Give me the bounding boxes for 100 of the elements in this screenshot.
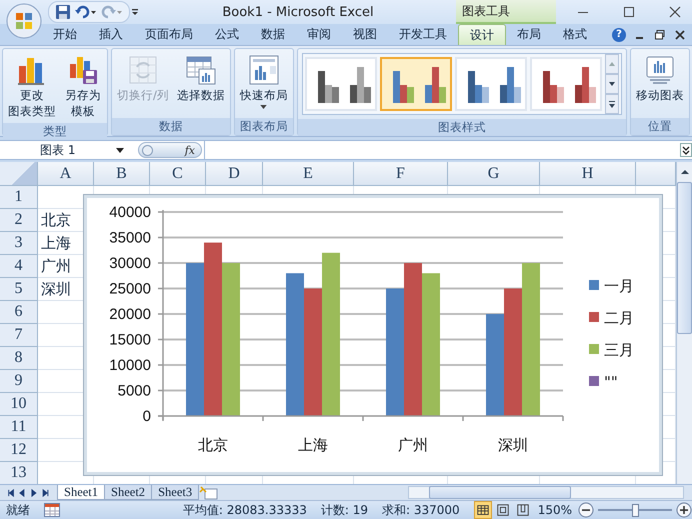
- column-header[interactable]: C: [150, 162, 206, 186]
- axis-tick-label: 40000: [109, 204, 151, 221]
- row-header[interactable]: 12: [0, 439, 38, 462]
- chart-area[interactable]: 0 5000 10000 15000 20000 25000 30000 35000 40000 北京 上海 广州 深圳 一月 二月 三月 "": [84, 195, 662, 475]
- group-label: 数据: [112, 118, 230, 135]
- column-header[interactable]: H: [540, 162, 636, 186]
- row-header[interactable]: 3: [0, 232, 38, 255]
- vertical-scrollbar[interactable]: [676, 162, 692, 484]
- row-header[interactable]: 13: [0, 462, 38, 484]
- column-header[interactable]: G: [448, 162, 540, 186]
- dropdown-caret-icon[interactable]: [116, 148, 124, 152]
- group-label: 位置: [630, 118, 689, 135]
- restore-icon[interactable]: [654, 28, 666, 40]
- chart-save-icon: [67, 54, 99, 86]
- axis-category-label: 广州: [398, 436, 428, 454]
- row-header[interactable]: 5: [0, 278, 38, 301]
- window-title: Book1 - Microsoft Excel: [221, 4, 375, 20]
- sheet-tab[interactable]: Sheet1: [57, 485, 106, 500]
- normal-view-icon[interactable]: [474, 501, 492, 519]
- ribbon-button[interactable]: 另存为 模板: [61, 51, 105, 121]
- row-header[interactable]: 6: [0, 301, 38, 324]
- column-header[interactable]: D: [206, 162, 263, 186]
- ribbon-button[interactable]: 选择数据: [174, 51, 228, 105]
- context-tab-label: 图表工具: [456, 0, 556, 24]
- close-icon[interactable]: [668, 5, 682, 19]
- legend-label: 二月: [604, 309, 634, 327]
- column-header[interactable]: F: [354, 162, 448, 186]
- axis-category-label: 上海: [298, 436, 328, 454]
- scroll-thumb[interactable]: [677, 182, 692, 334]
- legend-label: 一月: [604, 277, 634, 295]
- row-header[interactable]: 7: [0, 324, 38, 347]
- column-header[interactable]: E: [263, 162, 354, 186]
- horizontal-scrollbar[interactable]: [408, 486, 684, 499]
- axis-category-label: 深圳: [498, 436, 528, 454]
- ribbon-tab[interactable]: 页面布局: [134, 24, 204, 45]
- column-header[interactable]: B: [94, 162, 150, 186]
- ribbon-button[interactable]: 移动图表: [632, 51, 687, 105]
- insert-function-button[interactable]: fx: [138, 142, 202, 158]
- column-header[interactable]: A: [38, 162, 94, 186]
- macro-record-icon[interactable]: [44, 503, 60, 517]
- axis-tick-label: 30000: [109, 255, 151, 272]
- expand-icon[interactable]: [680, 143, 692, 157]
- row-header[interactable]: 8: [0, 347, 38, 370]
- chart-style-thumbnail[interactable]: [380, 57, 452, 111]
- ribbon-tab[interactable]: 视图: [342, 24, 388, 45]
- axis-tick-label: 5000: [118, 382, 151, 400]
- scroll-thumb[interactable]: [429, 486, 571, 499]
- sheet-tab[interactable]: Sheet2: [104, 485, 152, 500]
- ribbon-tab[interactable]: 审阅: [296, 24, 342, 45]
- group-label: 图表样式: [298, 119, 626, 136]
- ribbon-tab[interactable]: 数据: [250, 24, 296, 45]
- ribbon-tab[interactable]: 开发工具: [388, 24, 458, 45]
- axis-tick-label: 0: [142, 408, 151, 425]
- maximize-icon[interactable]: [622, 5, 636, 19]
- ribbon-tab[interactable]: 插入: [88, 24, 134, 45]
- insert-sheet-icon[interactable]: [199, 486, 220, 500]
- ribbon-tab[interactable]: 公式: [204, 24, 250, 45]
- zoom-level[interactable]: 150%: [538, 503, 572, 517]
- row-header[interactable]: 9: [0, 370, 38, 393]
- group-label: 类型: [3, 123, 107, 140]
- row-header[interactable]: 4: [0, 255, 38, 278]
- last-sheet-icon[interactable]: [40, 486, 51, 498]
- undo-icon[interactable]: [75, 4, 97, 20]
- axis-tick-label: 10000: [109, 357, 151, 374]
- zoom-in-icon[interactable]: [676, 502, 692, 518]
- row-header[interactable]: 1: [0, 186, 38, 209]
- chart-monitor-icon: [644, 54, 676, 86]
- name-box-value: 图表 1: [40, 142, 76, 158]
- caret-icon[interactable]: [260, 105, 268, 109]
- axis-tick-label: 35000: [109, 230, 151, 246]
- chart-layout-icon: [248, 54, 280, 86]
- row-header[interactable]: 11: [0, 416, 38, 439]
- ribbon-tab[interactable]: 布局: [506, 24, 552, 45]
- row-header[interactable]: 2: [0, 209, 38, 232]
- ribbon-button[interactable]: 快速布局: [236, 51, 291, 111]
- axis-tick-label: 15000: [109, 332, 151, 348]
- sheet-tab[interactable]: Sheet3: [151, 485, 200, 500]
- axis-category-label: 北京: [198, 436, 228, 454]
- table-chart-icon: [184, 54, 217, 86]
- scroll-down-icon[interactable]: [604, 74, 619, 94]
- save-icon[interactable]: [55, 4, 71, 20]
- more-styles-icon[interactable]: [604, 94, 619, 114]
- zoom-out-icon[interactable]: [578, 502, 594, 518]
- axis-tick-label: 20000: [109, 306, 151, 323]
- slider-thumb[interactable]: [632, 504, 639, 516]
- status-average: 平均值: 28083.33333: [182, 502, 307, 518]
- name-box[interactable]: 图表 1: [0, 141, 130, 159]
- ribbon-tab[interactable]: 开始: [42, 24, 88, 45]
- table-arrows-icon: [126, 54, 159, 86]
- ribbon-tab[interactable]: 格式: [552, 24, 598, 45]
- axis-tick-label: 25000: [109, 280, 151, 298]
- customize-caret-icon[interactable]: [130, 6, 140, 18]
- help-button[interactable]: ?: [612, 28, 626, 42]
- row-header[interactable]: 10: [0, 393, 38, 416]
- ribbon-tab[interactable]: 设计: [458, 24, 506, 45]
- close-icon[interactable]: [674, 28, 686, 40]
- legend-label: 三月: [604, 341, 634, 359]
- group-label: 图表布局: [234, 118, 293, 135]
- status-count: 计数: 19: [320, 502, 368, 518]
- ribbon-button[interactable]: 更改 图表类型: [5, 51, 59, 121]
